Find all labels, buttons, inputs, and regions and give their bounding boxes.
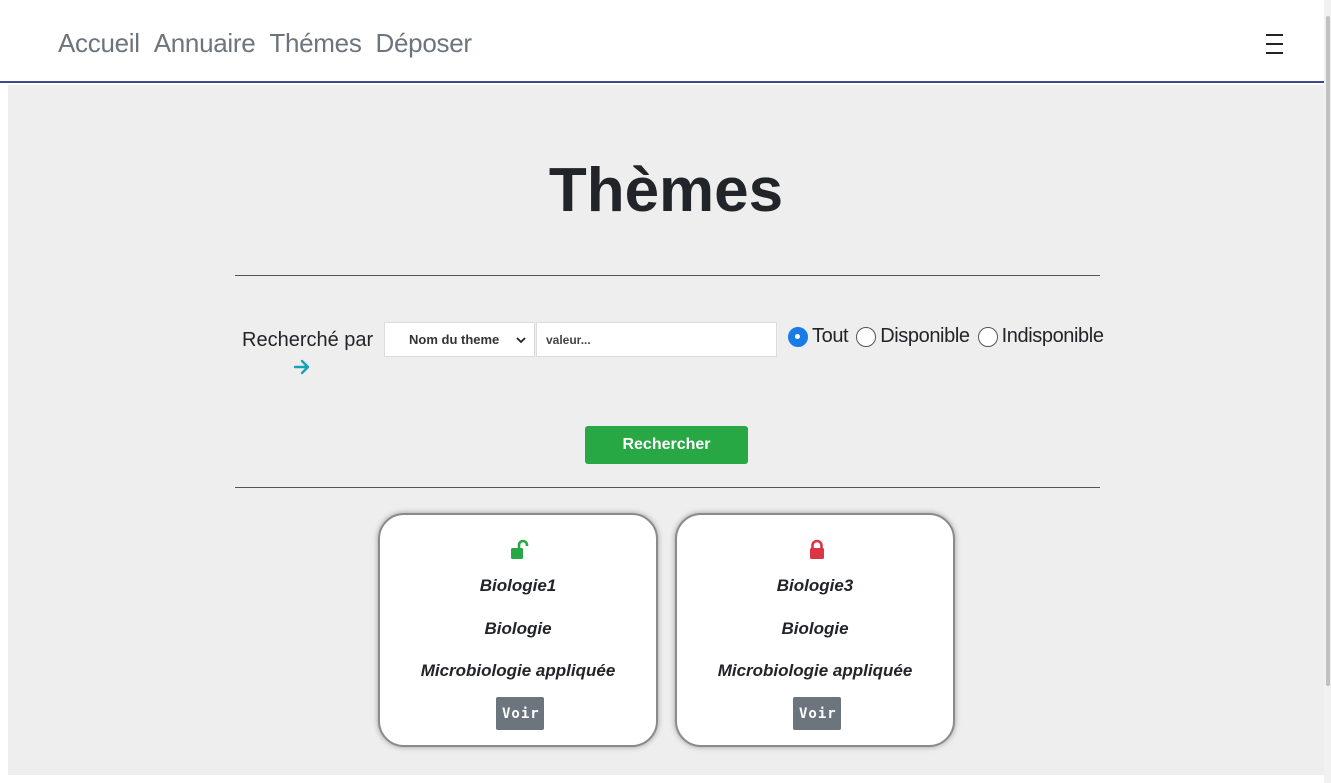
theme-domain: Biologie [484,619,552,638]
hamburger-icon[interactable] [1266,34,1283,56]
nav-link-annuaire[interactable]: Annuaire [154,28,256,58]
search-input[interactable] [536,322,777,357]
page-title: Thèmes [548,156,784,225]
top-navbar: Accueil Annuaire Thémes Déposer [0,0,1324,83]
radio-disponible-label[interactable]: Disponible [880,325,970,348]
search-button[interactable]: Rechercher [585,426,748,464]
scrollbar[interactable] [1324,0,1331,783]
main-content: Thèmes Recherché par Nom du theme Tout D… [8,85,1324,775]
theme-card: Biologie1 Biologie Microbiologie appliqu… [378,513,658,747]
nav-link-accueil[interactable]: Accueil [58,28,140,58]
radio-indisponible[interactable] [977,326,998,347]
select-value: Nom du theme [409,332,500,347]
radio-tout[interactable] [788,326,808,347]
nav-links: Accueil Annuaire Thémes Déposer [58,28,486,58]
radio-indisponible-label[interactable]: Indisponible [1002,325,1104,348]
theme-speciality: Microbiologie appliquée [420,661,616,680]
theme-name: Biologie3 [776,576,854,595]
nav-link-themes[interactable]: Thémes [269,28,361,58]
voir-button[interactable]: Voir [793,697,841,730]
divider-bottom [235,487,1100,488]
radio-tout-label[interactable]: Tout [812,325,849,348]
theme-name: Biologie1 [479,576,557,595]
theme-speciality: Microbiologie appliquée [717,661,913,680]
divider-top [235,275,1100,276]
voir-button[interactable]: Voir [496,697,544,730]
radio-disponible[interactable] [856,326,877,347]
search-field-select[interactable]: Nom du theme [384,322,535,357]
arrow-right-icon [293,359,310,375]
availability-radio-group: Tout Disponible Indisponible [788,325,1112,348]
nav-link-deposer[interactable]: Déposer [376,28,472,58]
theme-card: Biologie3 Biologie Microbiologie appliqu… [675,513,955,747]
locked-icon [810,539,824,559]
unlocked-icon [511,539,529,559]
scrollbar-thumb[interactable] [1326,16,1330,686]
chevron-down-icon [516,337,526,344]
search-label: Recherché par [242,329,374,351]
theme-domain: Biologie [781,619,849,638]
